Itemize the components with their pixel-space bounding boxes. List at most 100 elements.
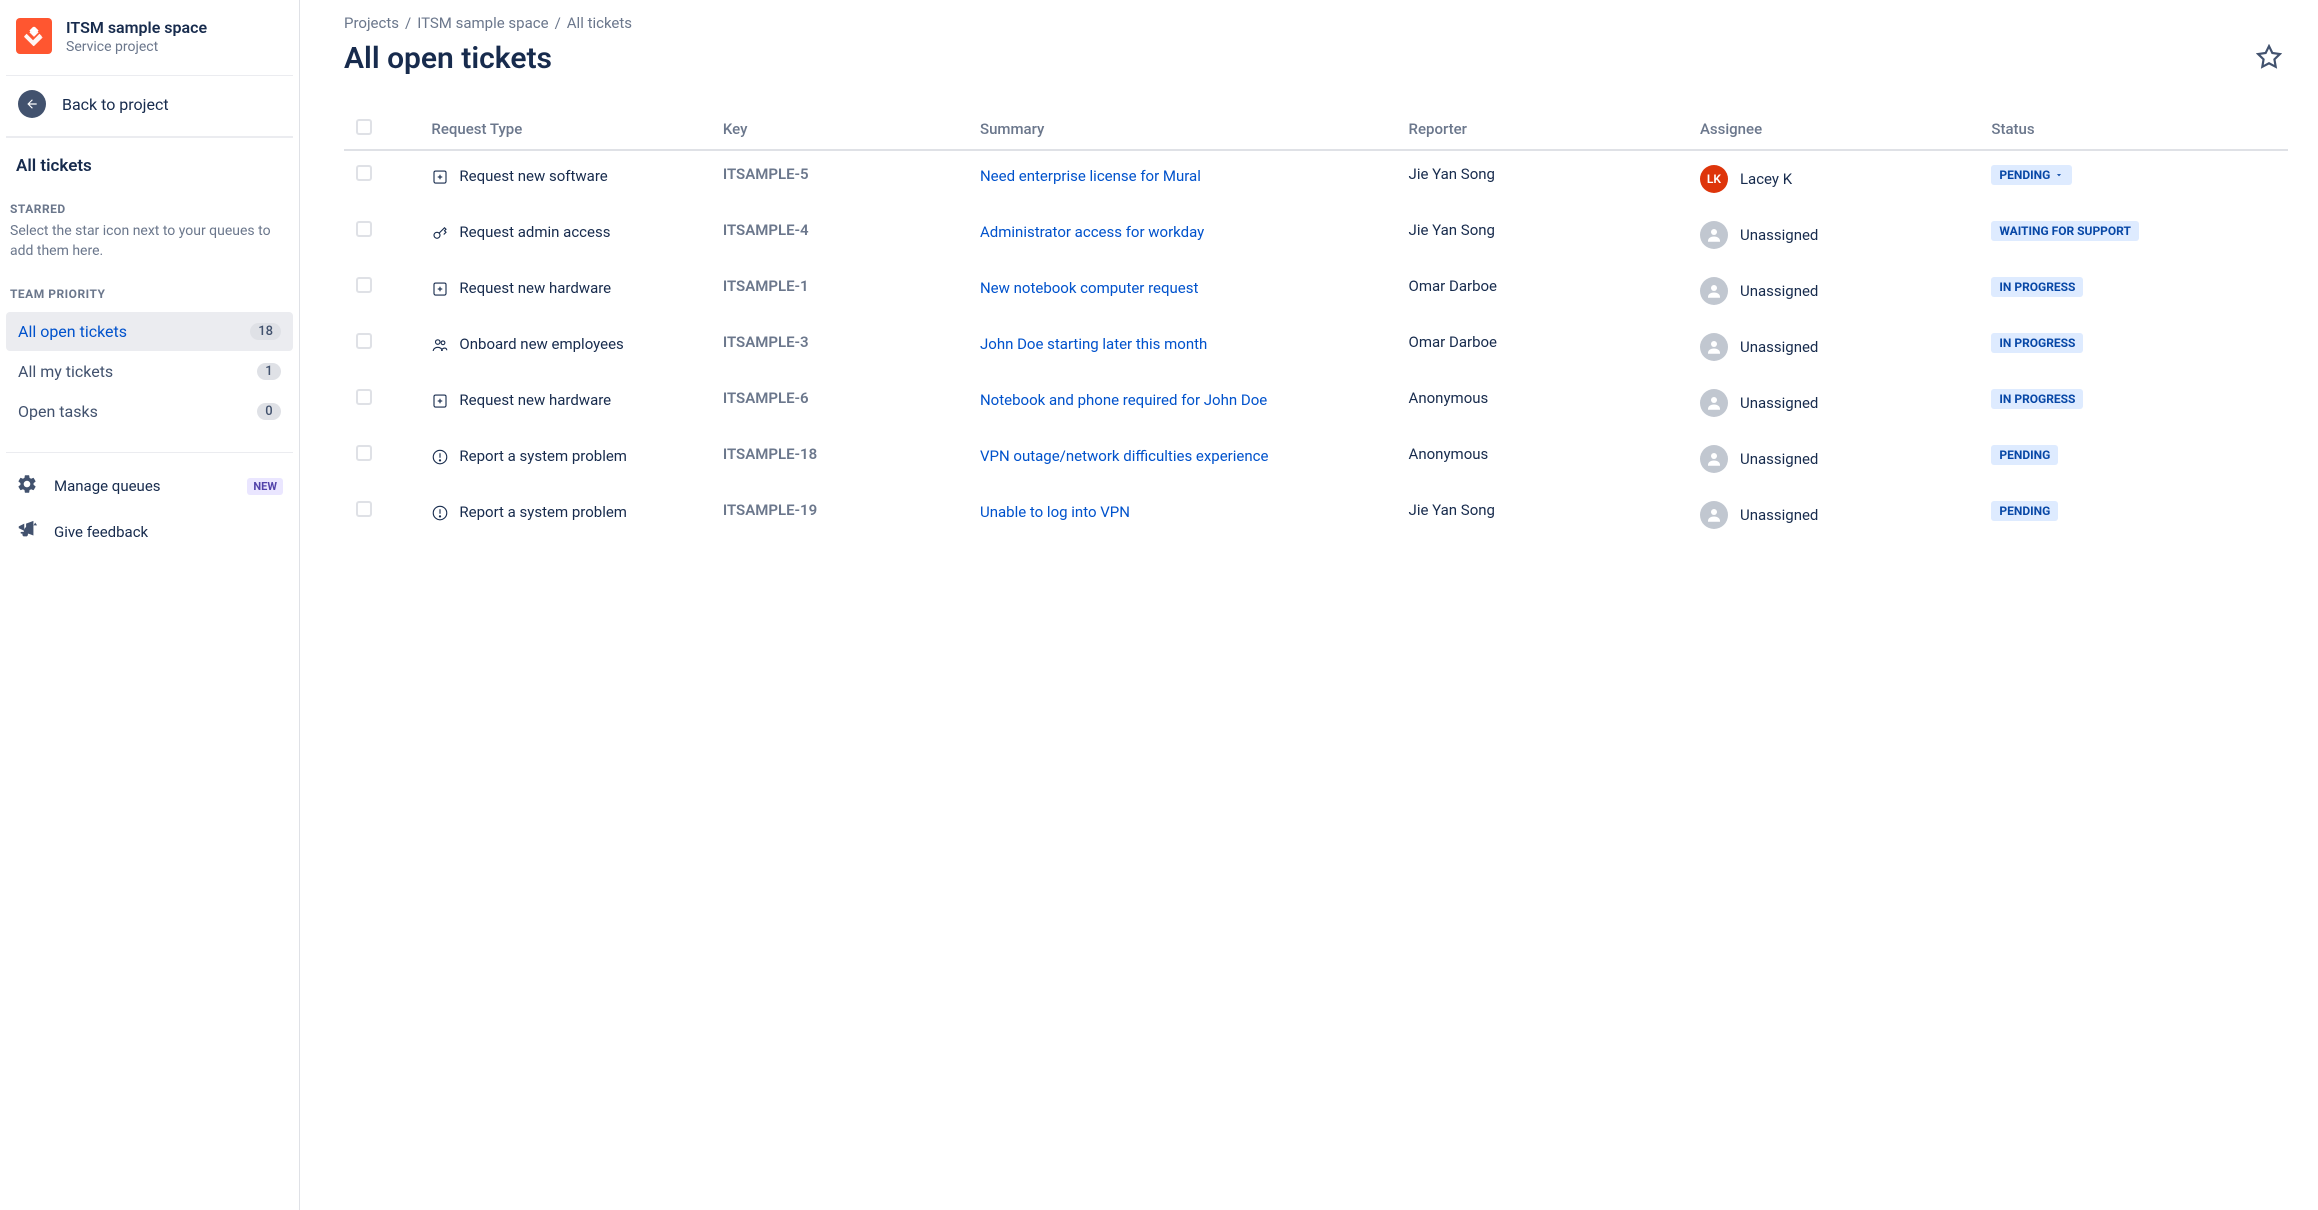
assignee-cell[interactable]: Unassigned xyxy=(1700,445,1967,473)
bottom-links: Manage queues NEW Give feedback xyxy=(6,452,293,555)
ticket-summary-link[interactable]: Unable to log into VPN xyxy=(980,503,1130,521)
row-checkbox[interactable] xyxy=(356,277,372,293)
breadcrumb-projects[interactable]: Projects xyxy=(344,14,399,32)
megaphone-icon xyxy=(16,519,38,545)
divider xyxy=(6,136,293,138)
col-reporter[interactable]: Reporter xyxy=(1397,109,1688,150)
give-feedback-button[interactable]: Give feedback xyxy=(6,509,293,555)
queue-item[interactable]: All my tickets1 xyxy=(6,352,293,391)
status-badge[interactable]: IN PROGRESS xyxy=(1991,333,2083,353)
queue-count: 1 xyxy=(257,363,281,380)
request-type-icon xyxy=(431,280,449,298)
ticket-summary-link[interactable]: John Doe starting later this month xyxy=(980,335,1207,353)
assignee-cell[interactable]: Unassigned xyxy=(1700,501,1967,529)
status-badge[interactable]: PENDING xyxy=(1991,445,2058,465)
request-type-label: Request new software xyxy=(459,165,607,188)
assignee-cell[interactable]: Unassigned xyxy=(1700,389,1967,417)
ticket-summary-link[interactable]: Notebook and phone required for John Doe xyxy=(980,391,1267,409)
status-badge[interactable]: PENDING xyxy=(1991,501,2058,521)
starred-help-text: Select the star icon next to your queues… xyxy=(6,222,293,261)
new-badge: NEW xyxy=(247,478,283,495)
feedback-label: Give feedback xyxy=(54,523,148,541)
unassigned-avatar-icon xyxy=(1700,445,1728,473)
manage-queues-label: Manage queues xyxy=(54,477,161,495)
breadcrumb: Projects / ITSM sample space / All ticke… xyxy=(344,10,2288,32)
breadcrumb-current[interactable]: All tickets xyxy=(567,14,632,32)
assignee-cell[interactable]: Unassigned xyxy=(1700,277,1967,305)
chevron-down-icon xyxy=(2054,170,2064,180)
request-type-label: Onboard new employees xyxy=(459,333,623,356)
ticket-key[interactable]: ITSAMPLE-4 xyxy=(711,207,968,263)
unassigned-avatar-icon xyxy=(1700,333,1728,361)
assignee-cell[interactable]: Unassigned xyxy=(1700,221,1967,249)
assignee-name: Unassigned xyxy=(1740,450,1818,468)
assignee-cell[interactable]: Unassigned xyxy=(1700,333,1967,361)
project-name: ITSM sample space xyxy=(66,18,207,37)
request-type-icon xyxy=(431,504,449,522)
ticket-key[interactable]: ITSAMPLE-5 xyxy=(711,150,968,207)
ticket-key[interactable]: ITSAMPLE-18 xyxy=(711,431,968,487)
unassigned-avatar-icon xyxy=(1700,389,1728,417)
star-button[interactable] xyxy=(2250,38,2288,79)
queue-label: All open tickets xyxy=(18,322,127,341)
queue-count: 0 xyxy=(257,403,281,420)
table-row: Request new hardware ITSAMPLE-6 Notebook… xyxy=(344,375,2288,431)
page-title: All open tickets xyxy=(344,41,552,76)
ticket-summary-link[interactable]: VPN outage/network difficulties experien… xyxy=(980,447,1268,465)
queue-item[interactable]: All open tickets18 xyxy=(6,312,293,351)
reporter-name: Anonymous xyxy=(1397,431,1688,487)
col-assignee[interactable]: Assignee xyxy=(1688,109,1979,150)
main-content: Projects / ITSM sample space / All ticke… xyxy=(300,0,2318,1210)
queue-item[interactable]: Open tasks0 xyxy=(6,392,293,431)
ticket-key[interactable]: ITSAMPLE-19 xyxy=(711,487,968,543)
back-label: Back to project xyxy=(62,95,169,114)
col-key[interactable]: Key xyxy=(711,109,968,150)
back-to-project-button[interactable]: Back to project xyxy=(6,75,293,132)
status-badge[interactable]: PENDING xyxy=(1991,165,2072,185)
request-type-icon xyxy=(431,448,449,466)
queue-list: All open tickets18All my tickets1Open ta… xyxy=(6,311,293,432)
table-row: Onboard new employees ITSAMPLE-3 John Do… xyxy=(344,319,2288,375)
all-tickets-nav[interactable]: All tickets xyxy=(6,142,293,184)
table-row: Request admin access ITSAMPLE-4 Administ… xyxy=(344,207,2288,263)
status-badge[interactable]: WAITING FOR SUPPORT xyxy=(1991,221,2139,241)
col-status[interactable]: Status xyxy=(1979,109,2288,150)
unassigned-avatar-icon xyxy=(1700,221,1728,249)
ticket-summary-link[interactable]: Administrator access for workday xyxy=(980,223,1204,241)
manage-queues-button[interactable]: Manage queues NEW xyxy=(6,463,293,509)
row-checkbox[interactable] xyxy=(356,333,372,349)
back-arrow-icon xyxy=(18,90,46,118)
row-checkbox[interactable] xyxy=(356,221,372,237)
project-type: Service project xyxy=(66,39,207,55)
ticket-key[interactable]: ITSAMPLE-6 xyxy=(711,375,968,431)
request-type-icon xyxy=(431,224,449,242)
table-row: Report a system problem ITSAMPLE-18 VPN … xyxy=(344,431,2288,487)
status-badge[interactable]: IN PROGRESS xyxy=(1991,389,2083,409)
request-type-icon xyxy=(431,336,449,354)
sidebar: ITSM sample space Service project Back t… xyxy=(0,0,300,1210)
col-request-type[interactable]: Request Type xyxy=(419,109,710,150)
reporter-name: Jie Yan Song xyxy=(1397,150,1688,207)
row-checkbox[interactable] xyxy=(356,501,372,517)
assignee-name: Lacey K xyxy=(1740,170,1792,188)
ticket-summary-link[interactable]: Need enterprise license for Mural xyxy=(980,167,1201,185)
assignee-cell[interactable]: LK Lacey K xyxy=(1700,165,1967,193)
team-priority-heading: TEAM PRIORITY xyxy=(6,261,293,311)
project-header: ITSM sample space Service project xyxy=(6,8,293,69)
select-all-checkbox[interactable] xyxy=(356,119,372,135)
col-summary[interactable]: Summary xyxy=(968,109,1397,150)
table-row: Request new software ITSAMPLE-5 Need ent… xyxy=(344,150,2288,207)
ticket-key[interactable]: ITSAMPLE-1 xyxy=(711,263,968,319)
reporter-name: Omar Darboe xyxy=(1397,319,1688,375)
avatar: LK xyxy=(1700,165,1728,193)
request-type-label: Request new hardware xyxy=(459,277,611,300)
ticket-summary-link[interactable]: New notebook computer request xyxy=(980,279,1198,297)
row-checkbox[interactable] xyxy=(356,389,372,405)
reporter-name: Jie Yan Song xyxy=(1397,487,1688,543)
row-checkbox[interactable] xyxy=(356,165,372,181)
ticket-key[interactable]: ITSAMPLE-3 xyxy=(711,319,968,375)
request-type-label: Report a system problem xyxy=(459,445,627,468)
status-badge[interactable]: IN PROGRESS xyxy=(1991,277,2083,297)
breadcrumb-space[interactable]: ITSM sample space xyxy=(417,14,548,32)
row-checkbox[interactable] xyxy=(356,445,372,461)
